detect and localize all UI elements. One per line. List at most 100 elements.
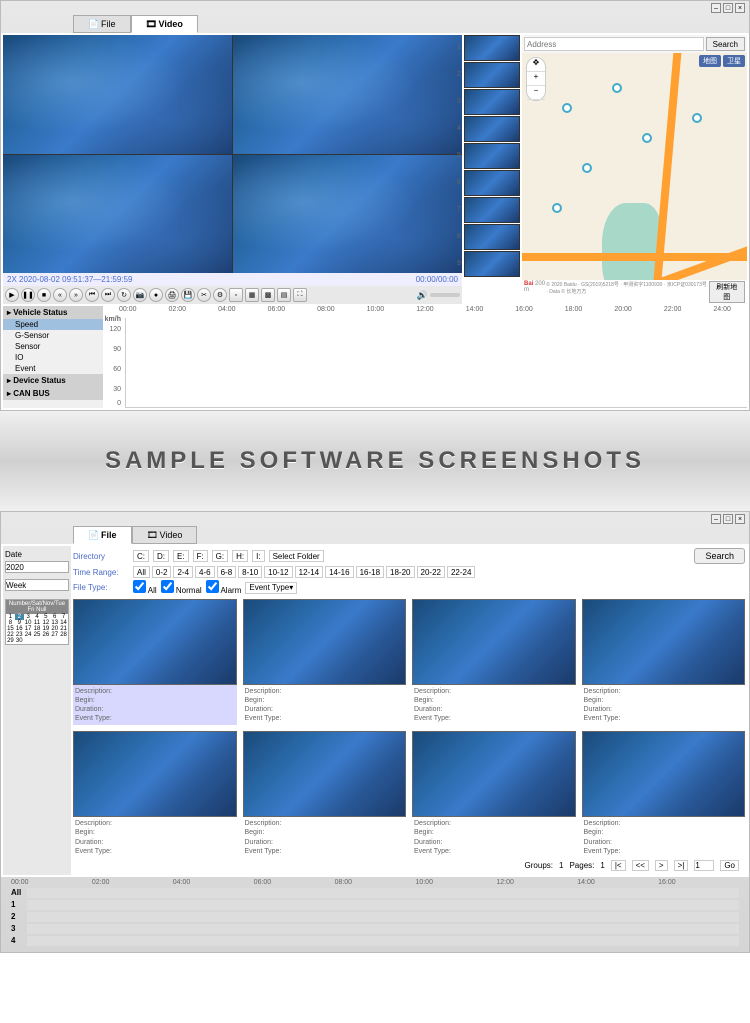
time-range-16-18[interactable]: 16-18 (356, 566, 384, 578)
select-folder-button[interactable]: Select Folder (269, 550, 324, 562)
settings-button[interactable]: ⚙ (213, 288, 227, 302)
thumbnail-2[interactable]: 2 (464, 62, 520, 88)
pager-prev[interactable]: << (632, 860, 649, 871)
map-poi-icon[interactable] (692, 113, 702, 123)
thumbnail-6[interactable]: 6 (464, 170, 520, 196)
filetype-alarm-checkbox[interactable]: Alarm (206, 580, 242, 595)
sidebar-item-speed[interactable]: Speed (3, 319, 103, 330)
volume-icon[interactable]: 🔊 (417, 290, 428, 301)
volume-slider[interactable] (430, 293, 460, 297)
time-range-20-22[interactable]: 20-22 (417, 566, 445, 578)
gallery-item[interactable]: Description:Begin:Duration:Event Type: (582, 599, 746, 725)
calendar-day[interactable] (50, 638, 59, 644)
video-cell-4[interactable] (233, 155, 462, 274)
loop-button[interactable]: ↻ (117, 288, 131, 302)
pager-go[interactable]: Go (720, 860, 739, 871)
map-poi-icon[interactable] (552, 203, 562, 213)
snapshot-button[interactable]: 📷 (133, 288, 147, 302)
video-cell-1[interactable] (3, 35, 232, 154)
time-range-14-16[interactable]: 14-16 (325, 566, 353, 578)
close-button[interactable]: × (735, 3, 745, 13)
drive-i[interactable]: I: (252, 550, 264, 562)
time-range-6-8[interactable]: 6-8 (217, 566, 237, 578)
map-poi-icon[interactable] (582, 163, 592, 173)
map-zoom-in[interactable]: + (527, 72, 545, 86)
map-pan-icon[interactable]: ✥ (527, 58, 545, 72)
tab-file[interactable]: 📄File (73, 15, 131, 33)
timeline-row[interactable]: 1 (11, 900, 739, 910)
pager-last[interactable]: >| (674, 860, 689, 871)
chart-plot-area[interactable] (125, 318, 747, 408)
calendar-day[interactable] (41, 638, 50, 644)
tab-video[interactable]: 🎞Video (132, 526, 198, 544)
thumbnail-3[interactable]: 3 (464, 89, 520, 115)
time-range-10-12[interactable]: 10-12 (264, 566, 292, 578)
gallery-item[interactable]: Description:Begin:Duration:Event Type: (412, 599, 576, 725)
pager-next[interactable]: > (655, 860, 668, 871)
fastfwd-button[interactable]: » (69, 288, 83, 302)
pause-button[interactable]: ❚❚ (21, 288, 35, 302)
maximize-button[interactable]: □ (723, 514, 733, 524)
gallery-item[interactable]: Description:Begin:Duration:Event Type: (412, 731, 576, 857)
map-poi-icon[interactable] (642, 133, 652, 143)
time-range-8-10[interactable]: 8-10 (238, 566, 262, 578)
map-address-input[interactable] (524, 37, 704, 51)
sidebar-device-status[interactable]: ▸ Device Status (3, 374, 103, 387)
tab-video[interactable]: 🎞Video (131, 15, 198, 33)
thumbnail-7[interactable]: 7 (464, 197, 520, 223)
gallery-item[interactable]: Description:Begin:Duration:Event Type: (73, 599, 237, 725)
filetype-all-checkbox[interactable]: All (133, 580, 157, 595)
map-poi-icon[interactable] (562, 103, 572, 113)
minimize-button[interactable]: – (711, 3, 721, 13)
time-range-4-6[interactable]: 4-6 (195, 566, 215, 578)
pager-first[interactable]: |< (611, 860, 626, 871)
drive-c[interactable]: C: (133, 550, 149, 562)
sidebar-vehicle-status[interactable]: ▸ Vehicle Status (3, 306, 103, 319)
map-canvas[interactable]: 地图 卫星 ✥ + − (522, 53, 747, 280)
video-cell-3[interactable] (3, 155, 232, 274)
map-layer-map[interactable]: 地图 (699, 55, 721, 67)
time-range-12-14[interactable]: 12-14 (295, 566, 323, 578)
record-button[interactable]: ● (149, 288, 163, 302)
print-button[interactable]: 🖨 (165, 288, 179, 302)
gallery-item[interactable]: Description:Begin:Duration:Event Type: (582, 731, 746, 857)
timeline-row[interactable]: 4 (11, 936, 739, 946)
save-button[interactable]: 💾 (181, 288, 195, 302)
calendar-day[interactable] (24, 638, 33, 644)
gallery-item[interactable]: Description:Begin:Duration:Event Type: (243, 731, 407, 857)
sidebar-item-io[interactable]: IO (3, 352, 103, 363)
date-week-input[interactable] (5, 579, 69, 591)
thumbnail-1[interactable]: 1 (464, 35, 520, 61)
search-button[interactable]: Search (694, 548, 745, 564)
layout-3x3-button[interactable]: ▩ (261, 288, 275, 302)
time-range-0-2[interactable]: 0-2 (152, 566, 172, 578)
minimize-button[interactable]: – (711, 514, 721, 524)
rewind-button[interactable]: « (53, 288, 67, 302)
layout-2x2-button[interactable]: ▦ (245, 288, 259, 302)
drive-e[interactable]: E: (173, 550, 189, 562)
thumbnail-4[interactable]: 4 (464, 116, 520, 142)
event-type-dropdown[interactable]: Event Type ▾ (245, 582, 297, 594)
tab-file[interactable]: 📄File (73, 526, 132, 544)
cut-button[interactable]: ✂ (197, 288, 211, 302)
calendar-day[interactable] (59, 638, 68, 644)
maximize-button[interactable]: □ (723, 3, 733, 13)
calendar-day[interactable]: 30 (15, 638, 24, 644)
play-button[interactable]: ▶ (5, 288, 19, 302)
layout-1x1-button[interactable]: ▫ (229, 288, 243, 302)
video-cell-2[interactable] (233, 35, 462, 154)
map-refresh-button[interactable]: 刷新地图 (709, 281, 745, 303)
date-year-input[interactable] (5, 561, 69, 573)
map-search-button[interactable]: Search (706, 37, 745, 51)
time-range-22-24[interactable]: 22-24 (447, 566, 475, 578)
time-range-All[interactable]: All (133, 566, 150, 578)
timeline-row[interactable]: 2 (11, 912, 739, 922)
filetype-normal-checkbox[interactable]: Normal (161, 580, 202, 595)
close-button[interactable]: × (735, 514, 745, 524)
drive-g[interactable]: G: (212, 550, 228, 562)
gallery-item[interactable]: Description:Begin:Duration:Event Type: (243, 599, 407, 725)
timeline-row[interactable]: 3 (11, 924, 739, 934)
drive-f[interactable]: F: (193, 550, 208, 562)
calendar-day[interactable]: 29 (6, 638, 15, 644)
sidebar-item-gsensor[interactable]: G-Sensor (3, 330, 103, 341)
